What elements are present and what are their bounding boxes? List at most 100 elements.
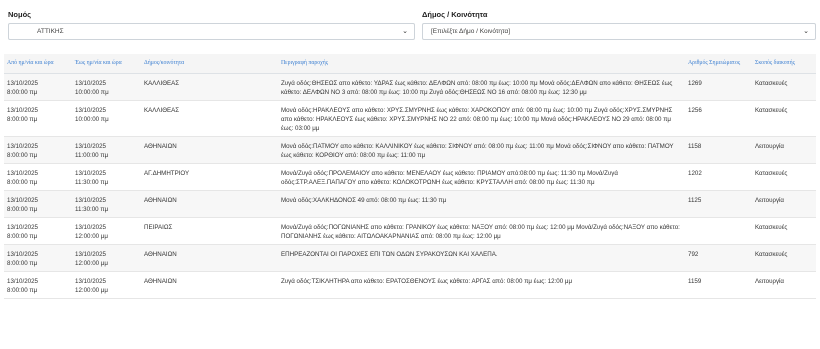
cell-municipality: ΑΘΗΝΑΙΩΝ [141,271,278,299]
to-date: 13/10/2025 [75,223,106,231]
to-date: 13/10/2025 [75,142,106,150]
from-time: 8:00:00 πμ [7,232,38,240]
header-municipality[interactable]: Δήμος/κοινότητα [141,54,278,74]
table-row: 13/10/2025 8:00:00 πμ 13/10/2025 11:30:00 π… [4,163,816,191]
cell-number: 1202 [685,163,752,191]
cell-number: 1125 [685,190,752,218]
table-row: 13/10/2025 8:00:00 πμ 13/10/2025 10:00:00 π… [4,73,816,101]
cell-number: 1256 [685,100,752,137]
cell-to: 13/10/2025 10:00:00 πμ [72,73,141,101]
cell-description: Ζυγά οδός:ΘΗΣΕΩΣ απο κάθετο: ΥΔΡΑΣ έως κ… [278,73,685,101]
cell-description: Ζυγά οδός:ΤΣΙΚΛΗΤΗΡΑ απο κάθετο: ΕΡΑΤΟΣΘ… [278,271,685,299]
cell-municipality: ΠΕΙΡΑΙΩΣ [141,217,278,245]
cell-municipality: ΑΘΗΝΑΙΩΝ [141,190,278,218]
header-description[interactable]: Περιγραφή παροχής [278,54,685,74]
cell-purpose: Κατασκευές [752,217,816,245]
header-from[interactable]: Από ημ/νία και ώρα [4,54,72,74]
table-row: 13/10/2025 8:00:00 πμ 13/10/2025 12:00:00 μ… [4,217,816,245]
table-row: 13/10/2025 8:00:00 πμ 13/10/2025 10:00:00 π… [4,100,816,137]
from-date: 13/10/2025 [7,250,38,258]
from-time: 8:00:00 πμ [7,286,38,294]
cell-purpose: Λειτουργία [752,190,816,218]
to-time: 11:30:00 πμ [75,178,109,186]
cell-from: 13/10/2025 8:00:00 πμ [4,217,72,245]
from-date: 13/10/2025 [7,277,38,285]
to-time: 12:00:00 μμ [75,232,108,240]
header-to[interactable]: Έως ημ/νία και ώρα [72,54,141,74]
cell-from: 13/10/2025 8:00:00 πμ [4,163,72,191]
cell-purpose: Κατασκευές [752,163,816,191]
cell-municipality: ΚΑΛΛΙΘΕΑΣ [141,73,278,101]
municipality-select[interactable]: [Επιλέξτε Δήμο / Κοινότητα] ⌄ [422,23,816,40]
cell-description: Μονά οδός:ΧΑΛΚΗΔΟΝΟΣ 49 από: 08:00 πμ έω… [278,190,685,218]
table-row: 13/10/2025 8:00:00 πμ 13/10/2025 11:00:00 π… [4,136,816,164]
to-time: 12:00:00 μμ [75,259,108,267]
table-header-row: Από ημ/νία και ώρα Έως ημ/νία και ώρα Δή… [4,54,816,74]
cell-municipality: ΑΘΗΝΑΙΩΝ [141,136,278,164]
cell-number: 792 [685,244,752,272]
cell-number: 1159 [685,271,752,299]
table-row: 13/10/2025 8:00:00 πμ 13/10/2025 11:30:00 π… [4,190,816,218]
cell-description: Μονά/Ζυγά οδός:ΠΟΓΩΝΙΑΝΗΣ απο κάθετο: ΓΡ… [278,217,685,245]
from-date: 13/10/2025 [7,106,38,114]
from-date: 13/10/2025 [7,223,38,231]
cell-purpose: Λειτουργία [752,271,816,299]
from-date: 13/10/2025 [7,79,38,87]
to-time: 10:00:00 πμ [75,115,109,123]
cell-municipality: ΑΓ.ΔΗΜΗΤΡΙΟΥ [141,163,278,191]
cell-from: 13/10/2025 8:00:00 πμ [4,136,72,164]
cell-from: 13/10/2025 8:00:00 πμ [4,271,72,299]
to-date: 13/10/2025 [75,250,106,258]
chevron-down-icon: ⌄ [803,28,809,35]
header-purpose[interactable]: Σκοπός διακοπής [752,54,816,74]
cell-description: Μονά/Ζυγά οδός:ΠΡΟΛΕΜΑΙΟΥ απο κάθετο: ΜΕ… [278,163,685,191]
from-date: 13/10/2025 [7,142,38,150]
cell-to: 13/10/2025 12:00:00 μμ [72,217,141,245]
from-time: 8:00:00 πμ [7,151,38,159]
cell-to: 13/10/2025 10:00:00 πμ [72,100,141,137]
cell-description: ΕΠΗΡΕΑΖΟΝΤΑΙ ΟΙ ΠΑΡΟΧΕΣ ΕΠΙ ΤΩΝ ΟΔΩΝ ΣΥΡ… [278,244,685,272]
chevron-down-icon: ⌄ [402,28,408,35]
cell-purpose: Κατασκευές [752,100,816,137]
cell-from: 13/10/2025 8:00:00 πμ [4,73,72,101]
cell-purpose: Λειτουργία [752,136,816,164]
from-time: 8:00:00 πμ [7,205,38,213]
header-number[interactable]: Αριθμός Σημειώματος [685,54,752,74]
cell-to: 13/10/2025 11:00:00 πμ [72,136,141,164]
cell-to: 13/10/2025 11:30:00 πμ [72,190,141,218]
table-row: 13/10/2025 8:00:00 πμ 13/10/2025 12:00:00 μ… [4,244,816,272]
cell-from: 13/10/2025 8:00:00 πμ [4,100,72,137]
filter-bar: Νομός ΑΤΤΙΚΗΣ ⌄ Δήμος / Κοινότητα [Επιλέ… [4,8,816,46]
cell-municipality: ΑΘΗΝΑΙΩΝ [141,244,278,272]
from-date: 13/10/2025 [7,169,38,177]
to-time: 10:00:00 πμ [75,88,109,96]
to-time: 12:00:00 μμ [75,286,108,294]
to-date: 13/10/2025 [75,196,106,204]
cell-to: 13/10/2025 12:00:00 μμ [72,271,141,299]
to-date: 13/10/2025 [75,277,106,285]
from-time: 8:00:00 πμ [7,259,38,267]
to-time: 11:30:00 πμ [75,205,109,213]
to-time: 11:00:00 πμ [75,151,109,159]
cell-municipality: ΚΑΛΛΙΘΕΑΣ [141,100,278,137]
cell-purpose: Κατασκευές [752,244,816,272]
cell-description: Μονά οδός:ΗΡΑΚΛΕΟΥΣ απο κάθετο: ΧΡΥΣ.ΣΜΥ… [278,100,685,137]
cell-to: 13/10/2025 11:30:00 πμ [72,163,141,191]
cell-purpose: Κατασκευές [752,73,816,101]
prefecture-selected-value: ΑΤΤΙΚΗΣ [37,28,64,35]
from-date: 13/10/2025 [7,196,38,204]
cell-to: 13/10/2025 12:00:00 μμ [72,244,141,272]
outages-table: Από ημ/νία και ώρα Έως ημ/νία και ώρα Δή… [4,54,816,299]
to-date: 13/10/2025 [75,169,106,177]
municipality-placeholder: [Επιλέξτε Δήμο / Κοινότητα] [431,28,511,35]
to-date: 13/10/2025 [75,106,106,114]
cell-number: 1158 [685,136,752,164]
from-time: 8:00:00 πμ [7,178,38,186]
from-time: 8:00:00 πμ [7,115,38,123]
from-time: 8:00:00 πμ [7,88,38,96]
prefecture-label: Νομός [8,10,32,19]
prefecture-select[interactable]: ΑΤΤΙΚΗΣ ⌄ [8,23,415,40]
table-row: 13/10/2025 8:00:00 πμ 13/10/2025 12:00:00 μ… [4,271,816,299]
cell-description: Μονά οδός:ΠΑΤΜΟΥ απο κάθετο: ΚΑΛΛΙΝΙΚΟΥ … [278,136,685,164]
cell-from: 13/10/2025 8:00:00 πμ [4,190,72,218]
